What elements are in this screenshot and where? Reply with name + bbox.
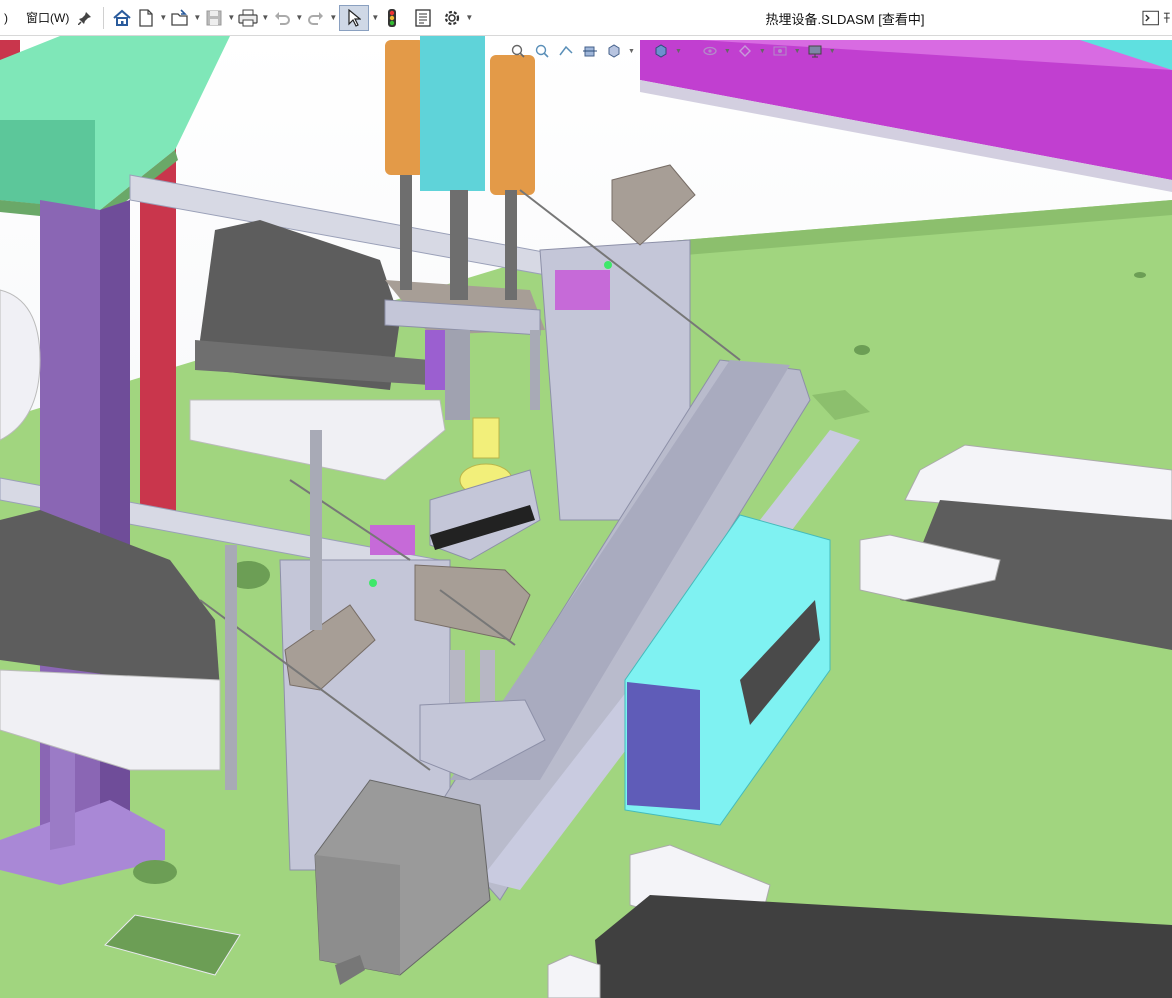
- view-settings-dropdown-icon[interactable]: ▼: [829, 48, 836, 55]
- sensor-led-2: [369, 579, 377, 587]
- heads-up-view-toolbar: ▼ ▼ ▼ ▼ ▼ ▼: [508, 38, 836, 64]
- view-settings-icon[interactable]: [805, 41, 825, 61]
- edit-appearance-icon[interactable]: [735, 41, 755, 61]
- orange-cylinder-left: [385, 40, 425, 175]
- document-title: 热埋设备.SLDASM [查看中]: [765, 12, 925, 27]
- apply-scene-dropdown-icon[interactable]: ▼: [794, 48, 801, 55]
- terminal-icon: [1142, 10, 1159, 26]
- post-2: [225, 545, 237, 790]
- undo-dropdown-icon[interactable]: ▼: [294, 13, 304, 22]
- control-box-panel: [627, 682, 700, 810]
- open-file-icon[interactable]: [169, 5, 191, 31]
- plate-hole-4: [1134, 272, 1146, 278]
- title-bar: ) 窗口(W) ▼ ▼ ▼ ▼ ▼ ▼ ▼ ▼ 热埋设备.SLDASM [查看中…: [0, 0, 1172, 36]
- sensor-block-1: [555, 270, 610, 310]
- yellow-insert-top: [472, 417, 500, 459]
- gripper-finger-1: [450, 650, 465, 710]
- open-file-dropdown-icon[interactable]: ▼: [192, 13, 202, 22]
- apply-scene-icon[interactable]: [770, 41, 790, 61]
- view-orientation-dropdown-icon[interactable]: ▼: [628, 48, 635, 55]
- cyan-cylinder: [420, 36, 485, 191]
- file-properties-icon[interactable]: [412, 5, 434, 31]
- piston-rod-1: [400, 175, 412, 290]
- pin-icon[interactable]: [74, 5, 96, 31]
- print-icon[interactable]: [237, 5, 259, 31]
- zoom-to-fit-icon[interactable]: [508, 41, 528, 61]
- section-view-icon[interactable]: [580, 41, 600, 61]
- edit-appearance-dropdown-icon[interactable]: ▼: [759, 48, 766, 55]
- redo-dropdown-icon[interactable]: ▼: [328, 13, 338, 22]
- new-file-dropdown-icon[interactable]: ▼: [158, 13, 168, 22]
- menu-fragment[interactable]: ): [0, 11, 12, 25]
- orange-cylinder-right: [490, 55, 535, 195]
- options-dropdown-icon[interactable]: ▼: [464, 13, 474, 22]
- redo-icon[interactable]: [305, 5, 327, 31]
- press-rod: [445, 330, 470, 420]
- command-search-button[interactable]: [1142, 6, 1172, 30]
- hide-show-icon[interactable]: [700, 41, 720, 61]
- plate-hole-1: [854, 345, 870, 355]
- new-file-icon[interactable]: [135, 5, 157, 31]
- home-icon[interactable]: [111, 5, 133, 31]
- options-gear-icon[interactable]: [441, 5, 463, 31]
- gripper-finger-2: [480, 650, 495, 710]
- graphics-viewport[interactable]: [0, 36, 1172, 998]
- sensor-led-1: [604, 261, 612, 269]
- view-orientation-icon[interactable]: [604, 41, 624, 61]
- search-icon: [1164, 12, 1171, 23]
- undo-icon[interactable]: [271, 5, 293, 31]
- previous-view-icon[interactable]: [556, 41, 576, 61]
- display-style-dropdown-icon[interactable]: ▼: [675, 48, 682, 55]
- piston-rod-2: [450, 190, 468, 300]
- post-3: [530, 330, 540, 410]
- post-1: [310, 430, 322, 630]
- print-dropdown-icon[interactable]: ▼: [260, 13, 270, 22]
- piston-rod-3: [505, 190, 517, 300]
- select-icon[interactable]: [339, 4, 370, 31]
- cad-assembly-model: [0, 36, 1172, 998]
- select-dropdown-icon[interactable]: ▼: [370, 13, 380, 22]
- zoom-area-icon[interactable]: [532, 41, 552, 61]
- hide-show-dropdown-icon[interactable]: ▼: [724, 48, 731, 55]
- menu-window[interactable]: 窗口(W): [22, 9, 73, 26]
- plate-hole-2: [133, 860, 177, 884]
- display-style-icon[interactable]: [651, 41, 671, 61]
- sensor-block-2: [370, 525, 415, 555]
- save-dropdown-icon[interactable]: ▼: [226, 13, 236, 22]
- traffic-light-icon[interactable]: [381, 5, 403, 31]
- toolbar-separator: [103, 6, 105, 29]
- teal-block-front: [0, 120, 95, 210]
- save-icon[interactable]: [203, 5, 225, 31]
